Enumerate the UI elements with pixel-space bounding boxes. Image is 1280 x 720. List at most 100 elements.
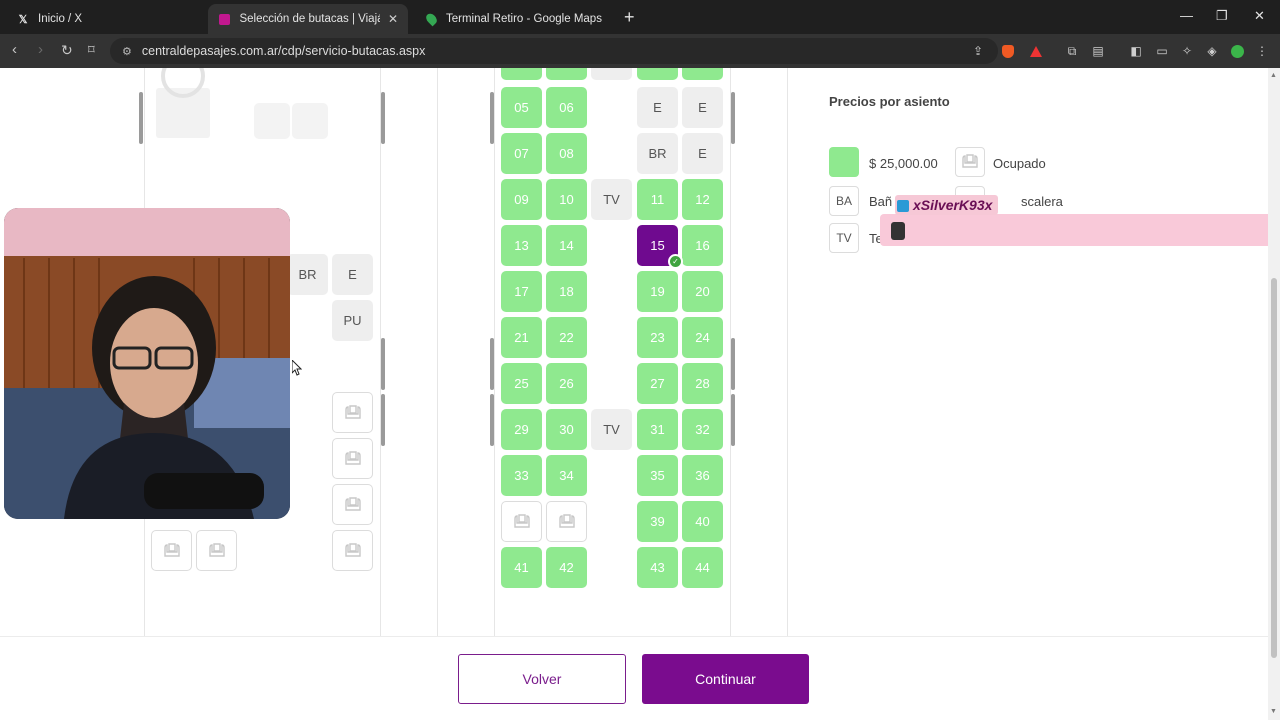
- tab-inicio-x[interactable]: 𝕏 Inicio / X: [6, 4, 206, 34]
- occupied-seat-icon: [513, 513, 530, 528]
- scrollbar-thumb[interactable]: [1271, 278, 1277, 658]
- window-marker: [490, 338, 494, 390]
- seat-19[interactable]: 19: [637, 271, 678, 312]
- profile-icon[interactable]: [1229, 43, 1245, 59]
- seat-42[interactable]: 42: [546, 547, 587, 588]
- occupied-seat: [332, 438, 373, 479]
- site-info-icon[interactable]: ⚙: [122, 45, 132, 58]
- upper-deck-frame-left: [494, 68, 495, 636]
- sidebar-icon[interactable]: ◧: [1128, 43, 1144, 59]
- tab-google-maps[interactable]: Terminal Retiro - Google Maps: [414, 4, 614, 34]
- seat-36[interactable]: 36: [682, 455, 723, 496]
- wallet-icon[interactable]: ▭: [1154, 43, 1170, 59]
- chat-badge-icon: [897, 200, 909, 212]
- seat-18[interactable]: 18: [546, 271, 587, 312]
- seat-33[interactable]: 33: [501, 455, 542, 496]
- leo-ai-icon[interactable]: ✧: [1179, 43, 1195, 59]
- seat-25[interactable]: 25: [501, 363, 542, 404]
- brave-rewards-icon[interactable]: [1028, 43, 1044, 59]
- new-tab-icon[interactable]: +: [624, 8, 635, 26]
- tab-seleccion-butacas[interactable]: Selección de butacas | Viajá en b ✕: [208, 4, 408, 34]
- restore-icon[interactable]: ❐: [1216, 8, 1228, 24]
- chat-overlay-strip: [880, 214, 1280, 246]
- seat-17[interactable]: 17: [501, 271, 542, 312]
- occupied-seat-icon: [208, 542, 225, 557]
- close-window-icon[interactable]: ✕: [1254, 8, 1265, 24]
- tv-marker: TV: [591, 179, 632, 220]
- occupied-seat: [196, 530, 237, 571]
- seat-12[interactable]: 12: [682, 179, 723, 220]
- ghost-seat: [254, 103, 290, 139]
- seat-05[interactable]: 05: [501, 87, 542, 128]
- bookmark-icon[interactable]: ⌑: [88, 42, 95, 58]
- seat-10[interactable]: 10: [546, 179, 587, 220]
- webcam-feed: [4, 208, 290, 519]
- seat-32[interactable]: 32: [682, 409, 723, 450]
- window-marker: [381, 338, 385, 390]
- seat-26[interactable]: 26: [546, 363, 587, 404]
- page-scrollbar[interactable]: ▲ ▼: [1268, 68, 1280, 720]
- seat-41[interactable]: 41: [501, 547, 542, 588]
- reload-icon[interactable]: ↻: [61, 42, 73, 58]
- extensions-icon[interactable]: ⧉: [1064, 43, 1080, 59]
- seat-11[interactable]: 11: [637, 179, 678, 220]
- window-marker: [731, 92, 735, 144]
- window-marker: [731, 338, 735, 390]
- occupied-seat-icon: [344, 404, 361, 419]
- seat-34[interactable]: 34: [546, 455, 587, 496]
- address-bar[interactable]: ⚙ centraldepasajes.com.ar/cdp/servicio-b…: [110, 38, 998, 64]
- window-marker: [381, 394, 385, 446]
- occupied-seat: [332, 392, 373, 433]
- back-icon[interactable]: ‹: [12, 42, 17, 58]
- legend-available-swatch: [829, 147, 859, 177]
- legend-title: Precios por asiento: [829, 94, 950, 109]
- seat-27[interactable]: 27: [637, 363, 678, 404]
- seat-21[interactable]: 21: [501, 317, 542, 358]
- scroll-down-icon[interactable]: ▼: [1270, 708, 1277, 715]
- seat-08[interactable]: 08: [546, 133, 587, 174]
- seat-09[interactable]: 09: [501, 179, 542, 220]
- steering-wheel-icon: [156, 54, 222, 140]
- occupied-seat-icon: [344, 542, 361, 557]
- mouse-cursor-icon: [291, 358, 303, 381]
- seat-43[interactable]: 43: [637, 547, 678, 588]
- seat-30[interactable]: 30: [546, 409, 587, 450]
- seat-44[interactable]: 44: [682, 547, 723, 588]
- seat-35[interactable]: 35: [637, 455, 678, 496]
- seat-06[interactable]: 06: [546, 87, 587, 128]
- occupied-seat: [546, 501, 587, 542]
- menu-icon[interactable]: ⋮: [1254, 43, 1270, 59]
- seat-29[interactable]: 29: [501, 409, 542, 450]
- continue-button[interactable]: Continuar: [642, 654, 809, 704]
- forward-icon[interactable]: ›: [38, 42, 43, 58]
- vpn-icon[interactable]: ◈: [1204, 43, 1220, 59]
- seat-40[interactable]: 40: [682, 501, 723, 542]
- door-marker: PU: [332, 300, 373, 341]
- seat-13[interactable]: 13: [501, 225, 542, 266]
- seat-23[interactable]: 23: [637, 317, 678, 358]
- back-button[interactable]: Volver: [458, 654, 626, 704]
- seat-14[interactable]: 14: [546, 225, 587, 266]
- minimize-icon[interactable]: —: [1180, 8, 1193, 23]
- occupied-seat: [151, 530, 192, 571]
- close-tab-icon[interactable]: ✕: [388, 12, 398, 26]
- legend-price: $ 25,000.00: [869, 156, 938, 171]
- seat-39[interactable]: 39: [637, 501, 678, 542]
- occupied-seat-icon: [344, 450, 361, 465]
- seat-07[interactable]: 07: [501, 133, 542, 174]
- seat-16[interactable]: 16: [682, 225, 723, 266]
- reader-icon[interactable]: ▤: [1090, 43, 1106, 59]
- occupied-seat: [332, 530, 373, 571]
- seat-partial: [546, 68, 587, 80]
- seat-24[interactable]: 24: [682, 317, 723, 358]
- seat-22[interactable]: 22: [546, 317, 587, 358]
- seat-31[interactable]: 31: [637, 409, 678, 450]
- restroom-marker: BR: [287, 254, 328, 295]
- occupied-seat: [332, 484, 373, 525]
- scroll-up-icon[interactable]: ▲: [1270, 72, 1277, 79]
- bus-icon: [218, 12, 231, 26]
- share-icon[interactable]: ⇪: [970, 43, 986, 59]
- seat-20[interactable]: 20: [682, 271, 723, 312]
- brave-shield-icon[interactable]: [1000, 43, 1016, 59]
- seat-28[interactable]: 28: [682, 363, 723, 404]
